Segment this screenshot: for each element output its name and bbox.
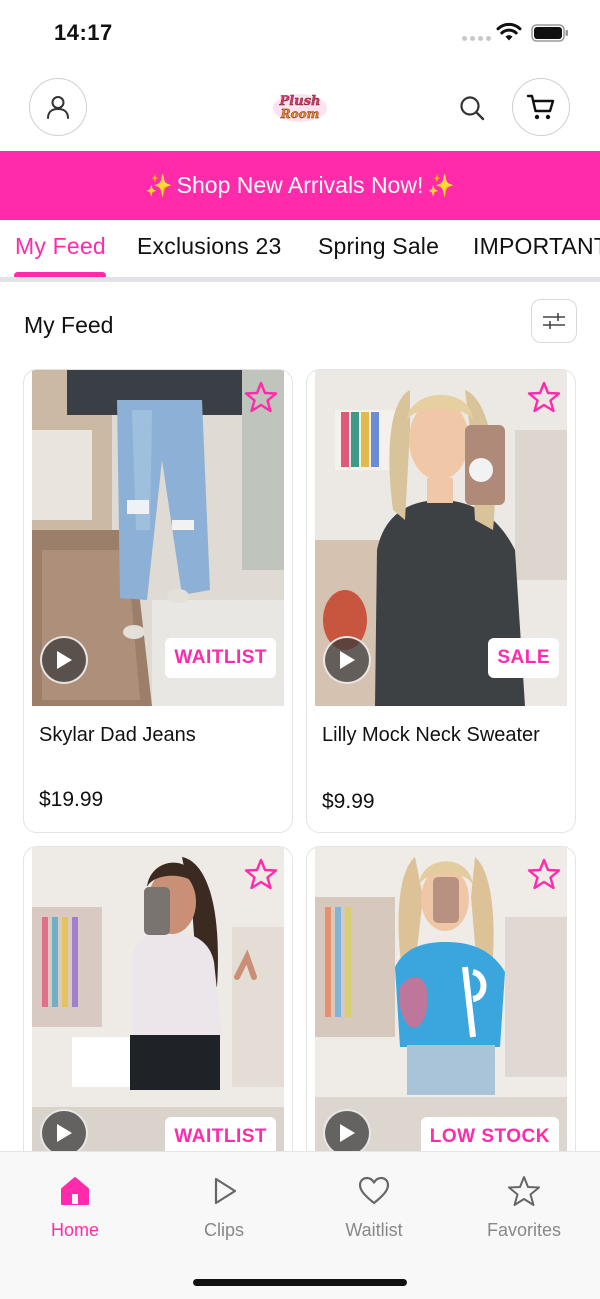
tab-important[interactable]: IMPORTANT [473,233,600,260]
favorite-star-icon[interactable] [527,380,561,414]
play-video-button[interactable] [40,636,88,684]
product-name[interactable]: Lilly Mock Neck Sweater [322,720,562,750]
sparkle-icon: ✨ [145,172,173,198]
category-tabs: My Feed Exclusions 23 Spring Sale IMPORT… [0,220,600,282]
status-time: 14:17 [54,20,113,45]
favorite-star-icon[interactable] [527,857,561,891]
account-button[interactable] [29,78,87,136]
signal-icon [462,36,491,41]
wifi-icon [496,22,522,41]
play-video-button[interactable] [323,1109,371,1157]
play-video-button[interactable] [40,1109,88,1157]
product-card[interactable]: SALE Lilly Mock Neck Sweater $9.99 [306,369,576,833]
product-image[interactable]: SALE [315,370,567,706]
sparkle-icon: ✨ [427,172,455,198]
status-badge: SALE [488,638,559,678]
product-price: $19.99 [39,788,104,811]
tab-my-feed[interactable]: My Feed [15,233,106,260]
promo-banner[interactable]: ✨ Shop New Arrivals Now! ✨ [0,151,600,220]
battery-icon [531,24,568,42]
play-icon [340,1124,355,1142]
nav-waitlist[interactable]: Waitlist [314,1174,434,1241]
app-header: Plush Room [0,78,600,138]
play-icon [57,1124,72,1142]
product-name[interactable]: Skylar Dad Jeans [39,720,279,750]
tab-spring-sale[interactable]: Spring Sale [318,233,439,260]
nav-label: Waitlist [345,1220,403,1240]
search-icon [460,96,485,121]
svg-text:Room: Room [280,107,320,121]
play-icon [57,651,72,669]
nav-label: Favorites [486,1220,562,1240]
tab-exclusions-23[interactable]: Exclusions 23 [137,233,282,260]
nav-label: Clips [203,1220,244,1240]
home-indicator [193,1279,407,1286]
play-video-button[interactable] [323,636,371,684]
promo-text: Shop New Arrivals Now! [176,172,424,198]
product-image[interactable]: WAITLIST [32,370,284,706]
favorite-star-icon[interactable] [244,857,278,891]
product-card[interactable]: WAITLIST [23,846,293,1176]
home-icon [61,1177,89,1205]
cart-icon [526,94,555,120]
search-button[interactable] [456,92,488,124]
product-card[interactable]: WAITLIST Skylar Dad Jeans $19.99 [23,369,293,833]
nav-home[interactable]: Home [15,1174,135,1241]
nav-clips[interactable]: Clips [164,1174,284,1241]
nav-label: Home [50,1220,99,1240]
play-icon [214,1177,237,1205]
status-badge: WAITLIST [165,638,276,678]
active-tab-indicator [14,272,106,277]
filter-button[interactable] [531,299,577,343]
product-image[interactable]: WAITLIST [32,847,284,1175]
person-icon [47,96,69,119]
product-image[interactable]: LOW STOCK [315,847,567,1175]
brand-logo[interactable]: Plush Room [270,86,330,130]
star-icon [508,1176,540,1206]
status-bar: 14:17 [0,0,600,62]
favorite-star-icon[interactable] [244,380,278,414]
section-title: My Feed [24,312,114,338]
sliders-icon [543,313,565,329]
cart-button[interactable] [512,78,570,136]
nav-favorites[interactable]: Favorites [464,1174,584,1241]
product-card[interactable]: LOW STOCK [306,846,576,1176]
heart-icon [358,1176,390,1205]
play-icon [340,651,355,669]
bottom-tab-bar: Home Clips Waitlist Favorites [0,1151,600,1299]
product-price: $9.99 [322,790,375,813]
